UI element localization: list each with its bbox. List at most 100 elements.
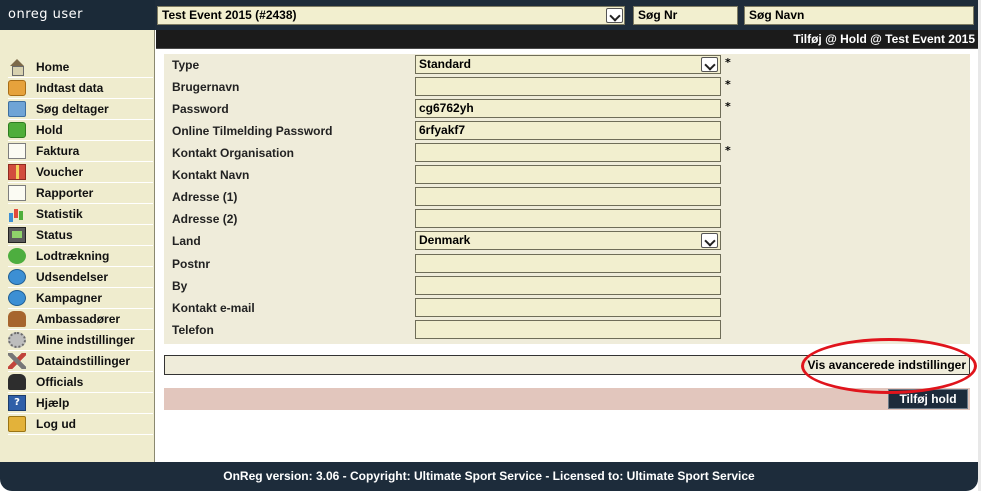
event-select[interactable]: Test Event 2015 (#2438) — [157, 6, 625, 25]
status-icon — [8, 227, 26, 243]
chevron-down-icon[interactable] — [701, 57, 718, 72]
adresse-1-input[interactable] — [415, 187, 721, 206]
sidebar-item-label: Log ud — [36, 417, 76, 431]
page-header: Tilføj @ Hold @ Test Event 2015 — [156, 30, 978, 49]
highlight-annotation — [801, 338, 977, 394]
sidebar-item-voucher[interactable]: Voucher — [8, 162, 153, 183]
sidebar-item-udsendelser[interactable]: Udsendelser — [8, 267, 153, 288]
sidebar-item-label: Voucher — [36, 165, 84, 179]
event-select-value: Test Event 2015 (#2438) — [162, 8, 297, 22]
kontakt-e-mail-input[interactable] — [415, 298, 721, 317]
brugernavn-input[interactable] — [415, 77, 721, 96]
app-window: onreg user Test Event 2015 (#2438) Søg N… — [0, 0, 981, 491]
kontakt-navn-label: Kontakt Navn — [172, 168, 250, 182]
home-icon — [8, 59, 26, 76]
footer-text: OnReg version: 3.06 - Copyright: Ultimat… — [223, 469, 755, 483]
sidebar-item-statistik[interactable]: Statistik — [8, 204, 153, 225]
type-label: Type — [172, 58, 200, 72]
adresse-1-label: Adresse (1) — [172, 190, 238, 204]
sidebar-item-label: Hjælp — [36, 396, 70, 410]
help-icon: ? — [8, 395, 26, 411]
shuffle-icon — [8, 248, 26, 264]
online-tilmelding-password-label: Online Tilmelding Password — [172, 124, 333, 138]
sidebar-item-kampagner[interactable]: Kampagner — [8, 288, 153, 309]
kontakt-e-mail-label: Kontakt e-mail — [172, 301, 255, 315]
gear-icon — [8, 332, 26, 348]
sidebar-item-status[interactable]: Status — [8, 225, 153, 246]
sidebar-item-label: Faktura — [36, 144, 80, 158]
sidebar-item-log-ud[interactable]: Log ud — [8, 414, 153, 435]
sidebar-item-søg-deltager[interactable]: Søg deltager — [8, 99, 153, 120]
team-form: Type Standard * Brugernavn * Password cg6762yh… — [164, 54, 970, 344]
report-icon — [8, 185, 26, 201]
chevron-down-icon[interactable] — [606, 8, 623, 23]
land-select[interactable]: Denmark — [415, 231, 721, 250]
officials-icon — [8, 374, 26, 390]
sidebar-item-label: Mine indstillinger — [36, 333, 135, 347]
campaign-icon — [8, 290, 26, 306]
adresse-2-input[interactable] — [415, 209, 721, 228]
sidebar-item-rapporter[interactable]: Rapporter — [8, 183, 153, 204]
mail-globe-icon — [8, 269, 26, 285]
password-label: Password — [172, 102, 229, 116]
sidebar-item-label: Dataindstillinger — [36, 354, 131, 368]
sidebar-item-hold[interactable]: Hold — [8, 120, 153, 141]
sidebar-item-label: Indtast data — [36, 81, 104, 95]
land-value: Denmark — [419, 233, 471, 247]
adresse-2-label: Adresse (2) — [172, 212, 238, 226]
sidebar-item-label: Status — [36, 228, 73, 242]
sidebar-item-label: Søg deltager — [36, 102, 109, 116]
search-number-input[interactable]: Søg Nr — [633, 6, 738, 25]
required-marker: * — [725, 100, 731, 113]
sidebar-item-label: Ambassadører — [36, 312, 121, 326]
postnr-input[interactable] — [415, 254, 721, 273]
type-value: Standard — [419, 57, 472, 71]
gift-icon — [8, 164, 26, 180]
brugernavn-label: Brugernavn — [172, 80, 240, 94]
sidebar-item-label: Udsendelser — [36, 270, 109, 284]
online-tilmelding-password-input[interactable]: 6rfyakf7 — [415, 121, 721, 140]
brand-label: onreg user — [0, 0, 155, 30]
add-user-icon — [8, 80, 26, 96]
required-marker: * — [725, 78, 731, 91]
main-content: Type Standard * Brugernavn * Password cg6762yh… — [156, 49, 978, 462]
sidebar-item-label: Kampagner — [36, 291, 103, 305]
sidebar-item-label: Statistik — [36, 207, 83, 221]
team-icon — [8, 122, 26, 138]
chevron-down-icon[interactable] — [701, 233, 718, 248]
invoice-icon — [8, 143, 26, 159]
kontakt-organisation-input[interactable] — [415, 143, 721, 162]
telefon-label: Telefon — [172, 323, 214, 337]
submit-bar: Tilføj hold — [164, 388, 970, 410]
sidebar-item-home[interactable]: Home — [8, 57, 153, 78]
sidebar-item-faktura[interactable]: Faktura — [8, 141, 153, 162]
ambassadors-icon — [8, 311, 26, 327]
sidebar-item-hjælp[interactable]: ? Hjælp — [8, 393, 153, 414]
search-name-input[interactable]: Søg Navn — [744, 6, 974, 25]
sidebar-item-label: Officials — [36, 375, 84, 389]
sidebar-item-dataindstillinger[interactable]: Dataindstillinger — [8, 351, 153, 372]
search-icon — [8, 101, 26, 117]
sidebar-item-indtast-data[interactable]: Indtast data — [8, 78, 153, 99]
land-label: Land — [172, 234, 201, 248]
required-marker: * — [725, 56, 731, 69]
kontakt-navn-input[interactable] — [415, 165, 721, 184]
sidebar-item-ambassadører[interactable]: Ambassadører — [8, 309, 153, 330]
bar-chart-icon — [8, 206, 26, 222]
required-marker: * — [725, 144, 731, 157]
sidebar: Home Indtast data Søg deltager Hold Faktura V… — [0, 30, 155, 462]
telefon-input[interactable] — [415, 320, 721, 339]
tools-icon — [8, 353, 26, 369]
logout-icon — [8, 416, 26, 432]
sidebar-item-mine-indstillinger[interactable]: Mine indstillinger — [8, 330, 153, 351]
password-input[interactable]: cg6762yh — [415, 99, 721, 118]
search-number-placeholder: Søg Nr — [638, 8, 678, 22]
kontakt-organisation-label: Kontakt Organisation — [172, 146, 295, 160]
postnr-label: Postnr — [172, 257, 211, 271]
sidebar-item-officials[interactable]: Officials — [8, 372, 153, 393]
sidebar-item-lodtrækning[interactable]: Lodtrækning — [8, 246, 153, 267]
by-input[interactable] — [415, 276, 721, 295]
sidebar-item-label: Rapporter — [36, 186, 94, 200]
sidebar-item-label: Hold — [36, 123, 63, 137]
type-select[interactable]: Standard — [415, 55, 721, 74]
